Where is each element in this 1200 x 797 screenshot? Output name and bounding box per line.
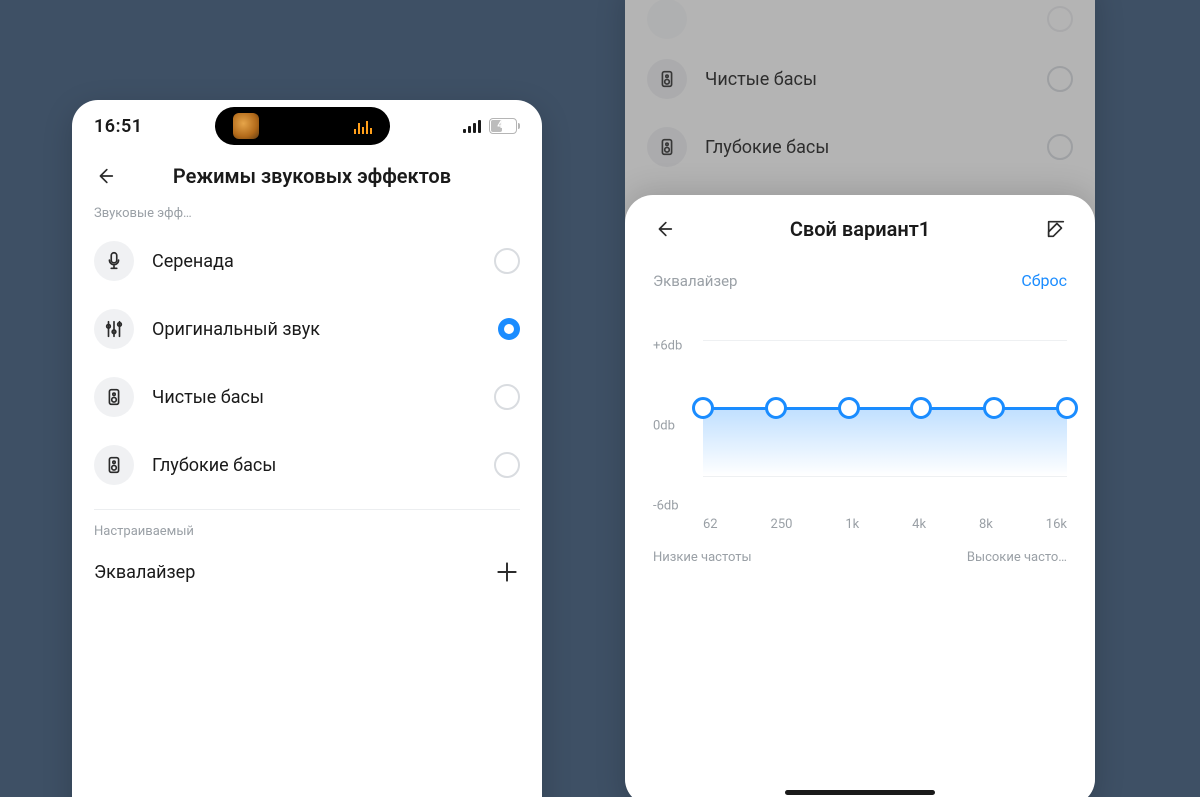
x-tick-row: 62 250 1k 4k 8k 16k: [703, 517, 1067, 532]
battery-indicator: 43: [489, 118, 520, 134]
eq-handle[interactable]: [692, 397, 714, 419]
equalizer-chart: +6db 0db -6db 62 250 1k 4k 8k: [653, 306, 1067, 546]
battery-percent: 43: [490, 120, 516, 132]
equalizer-sheet: Свой вариант1 Эквалайзер Сброс +6db 0db …: [625, 195, 1095, 797]
mic-icon: [94, 241, 134, 281]
now-playing-eq-icon: [354, 118, 372, 134]
bg-item-deep-bass: Глубокие басы: [625, 113, 1095, 181]
now-playing-art-icon: [233, 113, 259, 139]
page-title: Режимы звуковых эффектов: [130, 164, 494, 188]
bg-item-clean-bass: Чистые басы: [625, 45, 1095, 113]
phone-equalizer: Чистые басы Глубокие басы Свой вариант1: [625, 0, 1095, 797]
mode-item-clean-bass[interactable]: Чистые басы: [72, 363, 542, 431]
back-arrow-icon[interactable]: [94, 165, 116, 187]
mode-item-original[interactable]: Оригинальный звук: [72, 295, 542, 363]
radio-off-icon: [1047, 66, 1073, 92]
speaker-icon: [94, 445, 134, 485]
freq-low-label: Низкие частоты: [653, 550, 752, 565]
speaker-icon: [647, 127, 687, 167]
x-tick: 16k: [1046, 517, 1067, 532]
edit-icon[interactable]: [1045, 218, 1067, 240]
home-indicator: [785, 790, 935, 795]
eq-handle[interactable]: [765, 397, 787, 419]
cellular-signal-icon: [463, 119, 481, 133]
equalizer-label: Эквалайзер: [94, 562, 494, 583]
radio-on-icon[interactable]: [498, 318, 520, 340]
speaker-icon: [647, 0, 687, 39]
eq-handle[interactable]: [983, 397, 1005, 419]
divider: [94, 509, 520, 510]
mode-item-serenade[interactable]: Серенада: [72, 227, 542, 295]
x-tick: 62: [703, 517, 718, 532]
speaker-icon: [647, 59, 687, 99]
eq-handle[interactable]: [1056, 397, 1078, 419]
background-mode-list: Чистые басы Глубокие басы: [625, 0, 1095, 181]
bg-item-label: Глубокие басы: [705, 137, 1029, 158]
x-tick: 250: [771, 517, 793, 532]
mode-item-label: Глубокие басы: [152, 455, 476, 476]
section-label-effects: Звуковые эфф…: [72, 202, 542, 227]
radio-off-icon[interactable]: [494, 248, 520, 274]
eq-handle[interactable]: [838, 397, 860, 419]
eq-label: Эквалайзер: [653, 272, 737, 290]
bg-item: [625, 0, 1095, 45]
mode-item-label: Оригинальный звук: [152, 319, 480, 340]
eq-fill: [703, 408, 1067, 476]
eq-handle[interactable]: [910, 397, 932, 419]
y-tick: +6db: [653, 338, 682, 353]
radio-off-icon[interactable]: [494, 452, 520, 478]
x-tick: 4k: [912, 517, 926, 532]
plus-icon[interactable]: [494, 559, 520, 585]
sliders-icon: [94, 309, 134, 349]
y-tick: 0db: [653, 419, 675, 434]
radio-off-icon[interactable]: [494, 384, 520, 410]
speaker-icon: [94, 377, 134, 417]
status-time: 16:51: [94, 116, 143, 137]
eq-plot-area: [703, 306, 1067, 510]
mode-item-label: Чистые басы: [152, 387, 476, 408]
freq-high-label: Высокие часто…: [967, 550, 1067, 565]
x-tick: 8k: [979, 517, 993, 532]
equalizer-row[interactable]: Эквалайзер: [72, 545, 542, 599]
reset-button[interactable]: Сброс: [1021, 271, 1067, 290]
radio-off-icon: [1047, 134, 1073, 160]
radio-off-icon: [1047, 6, 1073, 32]
bg-item-label: Чистые басы: [705, 69, 1029, 90]
status-bar: 16:51 43: [72, 106, 542, 146]
y-tick: -6db: [653, 498, 679, 513]
sheet-title: Свой вариант1: [689, 217, 1031, 241]
phone-sound-modes: 16:51 43: [72, 100, 542, 797]
back-arrow-icon[interactable]: [653, 218, 675, 240]
eq-line: [703, 407, 1067, 410]
mode-item-deep-bass[interactable]: Глубокие басы: [72, 431, 542, 499]
dynamic-island: [143, 107, 463, 145]
page-header: Режимы звуковых эффектов: [72, 146, 542, 202]
mode-item-label: Серенада: [152, 251, 476, 272]
section-label-custom: Настраиваемый: [72, 520, 542, 545]
x-tick: 1k: [845, 517, 859, 532]
